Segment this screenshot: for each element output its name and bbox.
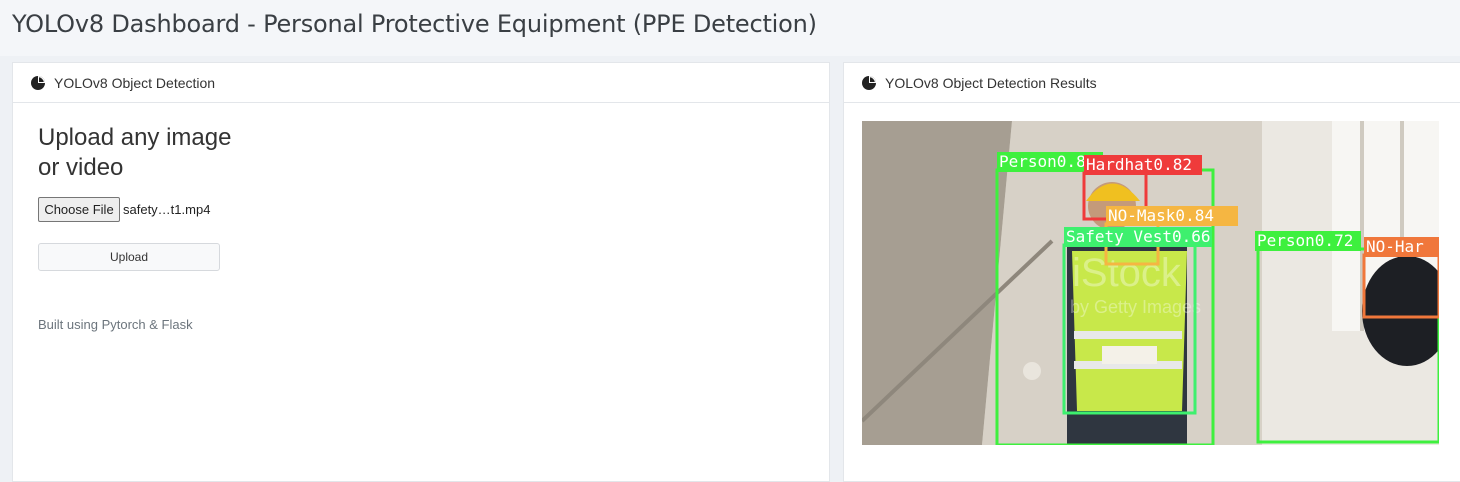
page-title: YOLOv8 Dashboard - Personal Protective E…: [12, 10, 817, 38]
selected-file-name: safety…t1.mp4: [123, 202, 211, 217]
file-input[interactable]: Choose File safety…t1.mp4: [38, 197, 210, 222]
pie-chart-icon: [31, 75, 45, 90]
watermark-logo: iStock: [1072, 251, 1182, 295]
detection-label: Person0.86: [999, 152, 1095, 171]
results-card-header: YOLOv8 Object Detection Results: [844, 63, 1460, 103]
results-card-title: YOLOv8 Object Detection Results: [885, 74, 1097, 91]
vest-stripe: [1074, 331, 1182, 339]
upload-card-title: YOLOv8 Object Detection: [54, 74, 216, 91]
detection-label: NO-Har: [1366, 237, 1424, 256]
upload-card: YOLOv8 Object Detection Upload any image…: [12, 62, 830, 482]
upload-card-header: YOLOv8 Object Detection: [13, 63, 829, 103]
upload-button[interactable]: Upload: [38, 243, 220, 271]
footer-note: Built using Pytorch & Flask: [38, 317, 193, 332]
detection-label: NO-Mask0.84: [1108, 206, 1214, 225]
wall-lamp: [1023, 362, 1041, 380]
watermark-text: by Getty Images: [1070, 297, 1201, 317]
pie-chart-icon: [862, 75, 876, 90]
worker-paper: [1102, 346, 1157, 364]
detection-label: Person0.72: [1257, 231, 1353, 250]
results-card: YOLOv8 Object Detection Results iStock b…: [843, 62, 1460, 482]
detection-result-frame: iStock by Getty Images Person0.86 Hardha…: [862, 121, 1439, 445]
page-header: YOLOv8 Dashboard - Personal Protective E…: [0, 0, 1460, 56]
choose-file-button[interactable]: Choose File: [38, 197, 120, 222]
detection-label: Hardhat0.82: [1086, 155, 1192, 174]
upload-heading: Upload any image or video: [38, 124, 232, 181]
detection-label: Safety Vest0.66: [1066, 227, 1211, 246]
detection-frame-svg: iStock by Getty Images Person0.86 Hardha…: [862, 121, 1439, 445]
